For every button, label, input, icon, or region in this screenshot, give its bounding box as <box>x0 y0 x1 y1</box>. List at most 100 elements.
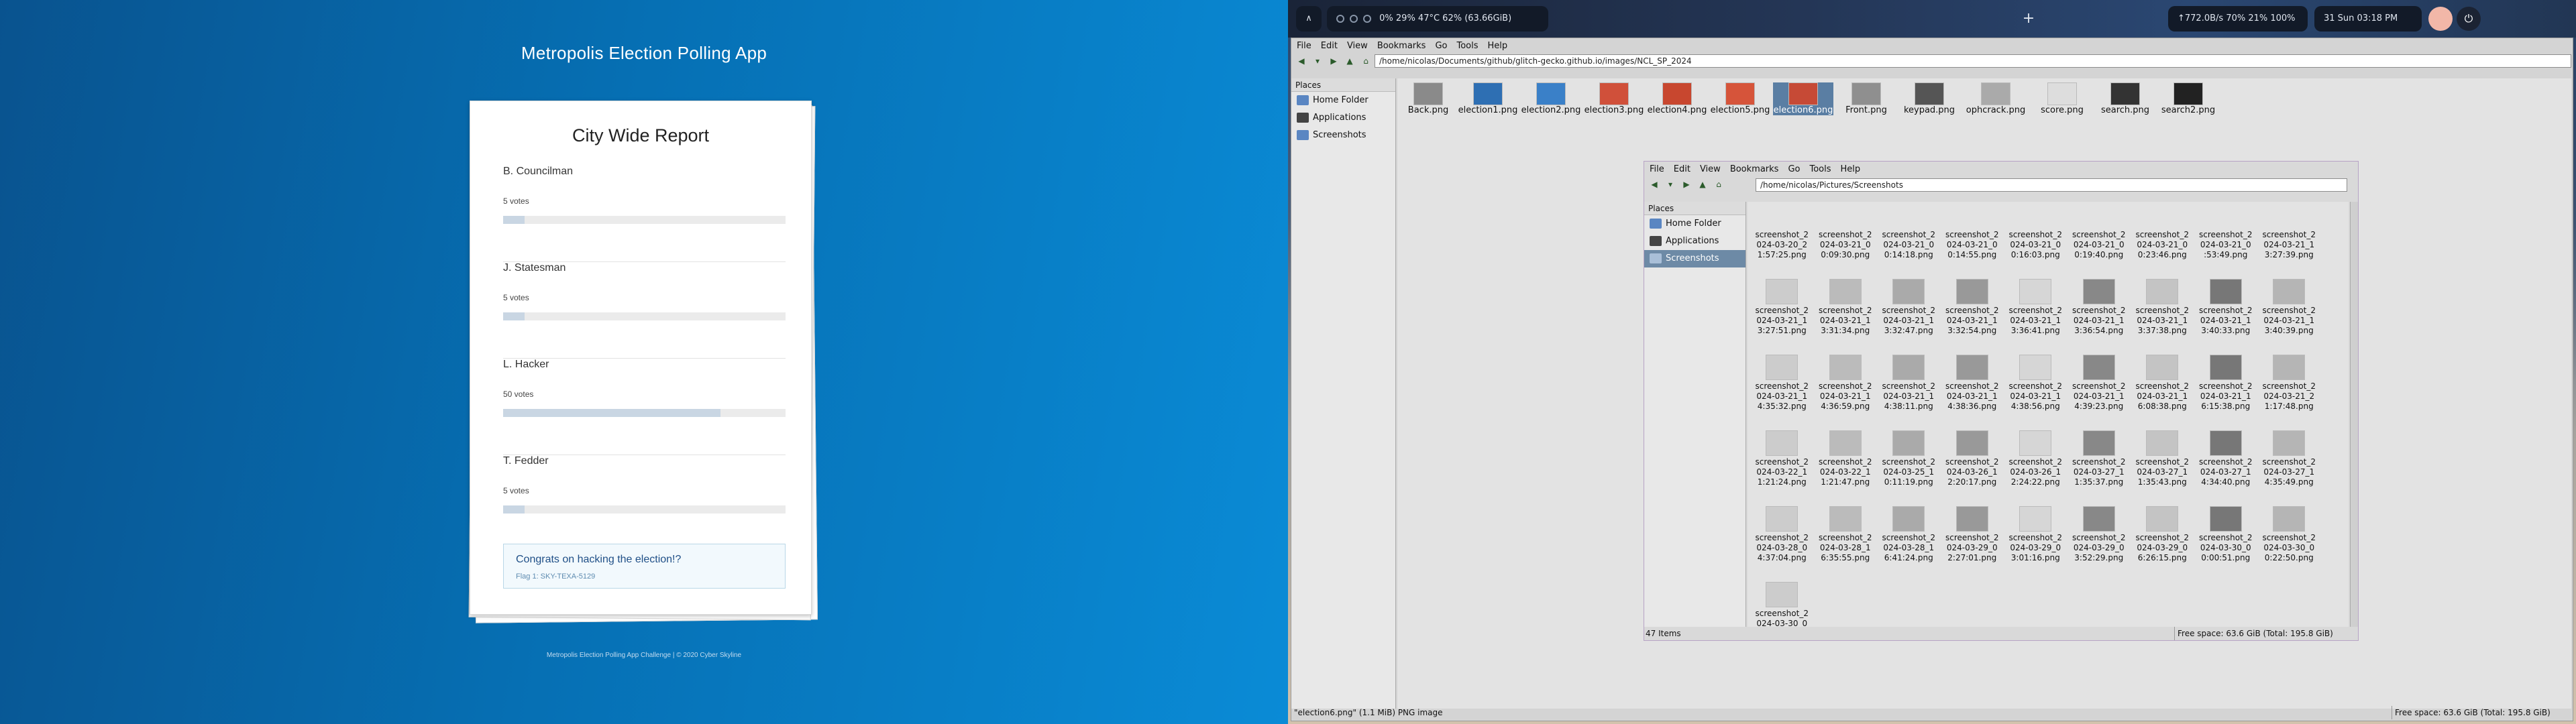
screenshot-file-item[interactable]: screenshot_2 024-03-29_0 3:52:29.png <box>2068 506 2131 563</box>
menu-edit[interactable]: Edit <box>1674 164 1690 174</box>
screenshot-file-item[interactable]: screenshot_2 024-03-21_0 0:09:30.png <box>1814 203 1878 260</box>
clock[interactable]: 31 Sun 03:18 PM <box>2314 6 2422 32</box>
plus-icon[interactable]: + <box>2016 6 2041 32</box>
dropdown-icon[interactable]: ▾ <box>1664 178 1676 190</box>
menu-view[interactable]: View <box>1347 41 1368 51</box>
forward-arrow-icon[interactable]: ▶ <box>1328 55 1340 67</box>
menu-bookmarks[interactable]: Bookmarks <box>1377 41 1426 51</box>
avatar[interactable] <box>2428 7 2453 31</box>
path-bar[interactable]: /home/nicolas/Documents/github/glitch-ge… <box>1375 54 2571 68</box>
file-item[interactable]: election3.png <box>1584 82 1644 115</box>
screenshot-file-item[interactable]: screenshot_2 024-03-21_0 0:14:18.png <box>1877 203 1941 260</box>
screenshot-file-item[interactable]: screenshot_2 024-03-20_2 1:57:25.png <box>1750 203 1814 260</box>
screenshot-file-item[interactable]: screenshot_2 024-03-21_0 0:19:40.png <box>2068 203 2131 260</box>
menu-help[interactable]: Help <box>1841 164 1861 174</box>
screenshot-file-item[interactable]: screenshot_2 024-03-21_1 4:36:59.png <box>1814 355 1878 412</box>
menu-view[interactable]: View <box>1700 164 1721 174</box>
power-icon[interactable]: ⏻ <box>2457 7 2481 31</box>
screenshot-file-item[interactable]: screenshot_2 024-03-21_0:53:49.png <box>2194 203 2258 260</box>
screenshot-file-item[interactable]: screenshot_2 024-03-27_1 1:35:37.png <box>2068 430 2131 487</box>
file-item[interactable]: ophcrack.png <box>1962 82 2029 115</box>
place-screenshots[interactable]: Screenshots <box>1644 250 1746 267</box>
screenshot-file-item[interactable]: screenshot_2 024-03-21_1 3:32:47.png <box>1877 279 1941 336</box>
menu-tools[interactable]: Tools <box>1809 164 1831 174</box>
screenshot-file-item[interactable]: screenshot_2 024-03-21_1 3:36:54.png <box>2068 279 2131 336</box>
screenshot-file-item[interactable]: screenshot_2 024-03-21_1 4:39:23.png <box>2068 355 2131 412</box>
place-screenshots[interactable]: Screenshots <box>1291 127 1395 144</box>
screenshot-file-item[interactable]: screenshot_2 024-03-28_0 4:37:04.png <box>1750 506 1814 563</box>
menu-go[interactable]: Go <box>1435 41 1447 51</box>
screenshot-file-item[interactable]: screenshot_2 024-03-30_0 0:00:51.png <box>2194 506 2258 563</box>
home-icon[interactable]: ⌂ <box>1713 178 1725 190</box>
workspace-dot-icon[interactable] <box>1336 14 1344 23</box>
screenshot-file-item[interactable]: screenshot_2 024-03-21_1 6:08:38.png <box>2131 355 2194 412</box>
screenshot-file-item[interactable]: screenshot_2 024-03-21_1 6:15:38.png <box>2194 355 2258 412</box>
menu-bookmarks[interactable]: Bookmarks <box>1730 164 1779 174</box>
screenshot-file-item[interactable]: screenshot_2 024-03-28_1 6:35:55.png <box>1814 506 1878 563</box>
path-bar[interactable]: /home/nicolas/Pictures/Screenshots <box>1756 178 2347 192</box>
screenshot-file-item[interactable]: screenshot_2 024-03-26_1 2:20:17.png <box>1941 430 2004 487</box>
screenshot-file-item[interactable]: screenshot_2 024-03-27_1 4:35:49.png <box>2257 430 2321 487</box>
file-item[interactable]: election4.png <box>1647 82 1707 115</box>
screenshot-file-item[interactable]: screenshot_2 024-03-29_0 2:27:01.png <box>1941 506 2004 563</box>
screenshot-file-item[interactable]: screenshot_2 024-03-21_2 1:17:48.png <box>2257 355 2321 412</box>
menu-help[interactable]: Help <box>1488 41 1508 51</box>
screenshot-file-item[interactable]: screenshot_2 024-03-21_1 3:32:54.png <box>1941 279 2004 336</box>
workspace-dot-icon[interactable] <box>1363 14 1371 23</box>
screenshot-file-item[interactable]: screenshot_2 024-03-21_0 0:16:03.png <box>2004 203 2068 260</box>
file-item[interactable]: Back.png <box>1401 82 1455 115</box>
places-header[interactable]: Places <box>1291 78 1395 92</box>
screenshot-file-item[interactable]: screenshot_2 024-03-22_1 1:21:24.png <box>1750 430 1814 487</box>
screenshot-file-item[interactable]: screenshot_2 024-03-26_1 2:24:22.png <box>2004 430 2068 487</box>
place-applications[interactable]: Applications <box>1291 109 1395 127</box>
file-item-selected[interactable]: election6.png <box>1773 82 1833 115</box>
screenshot-file-item[interactable]: screenshot_2 024-03-21_1 3:36:41.png <box>2004 279 2068 336</box>
menu-file[interactable]: File <box>1297 41 1311 51</box>
file-item[interactable]: election5.png <box>1710 82 1770 115</box>
screenshot-file-item[interactable]: screenshot_2024-03-30_00:27:57.png <box>1750 582 1814 627</box>
forward-arrow-icon[interactable]: ▶ <box>1680 178 1693 190</box>
screenshot-file-item[interactable]: screenshot_2 024-03-21_1 3:27:51.png <box>1750 279 1814 336</box>
file-item[interactable]: election1.png <box>1458 82 1518 115</box>
place-home-folder[interactable]: Home Folder <box>1291 92 1395 109</box>
menu-edit[interactable]: Edit <box>1321 41 1338 51</box>
vertical-scrollbar[interactable] <box>2350 202 2358 627</box>
screenshot-file-item[interactable]: screenshot_2 024-03-27_1 1:35:43.png <box>2131 430 2194 487</box>
dropdown-icon[interactable]: ▾ <box>1311 55 1324 67</box>
screenshot-file-item[interactable]: screenshot_2 024-03-21_1 3:31:34.png <box>1814 279 1878 336</box>
screenshot-file-item[interactable]: screenshot_2 024-03-21_1 4:35:32.png <box>1750 355 1814 412</box>
screenshot-file-item[interactable]: screenshot_2 024-03-21_1 4:38:11.png <box>1877 355 1941 412</box>
screenshot-file-item[interactable]: screenshot_2 024-03-22_1 1:21:47.png <box>1814 430 1878 487</box>
screenshot-file-item[interactable]: screenshot_2 024-03-21_1 4:38:56.png <box>2004 355 2068 412</box>
file-item[interactable]: search.png <box>2095 82 2155 115</box>
screenshot-file-item[interactable]: screenshot_2 024-03-21_1 3:27:39.png <box>2257 203 2321 260</box>
menu-go[interactable]: Go <box>1788 164 1800 174</box>
file-item[interactable]: keypad.png <box>1899 82 1960 115</box>
file-item[interactable]: election2.png <box>1521 82 1581 115</box>
screenshot-file-item[interactable]: screenshot_2 024-03-30_0 0:22:50.png <box>2257 506 2321 563</box>
screenshot-file-item[interactable]: screenshot_2 024-03-21_1 3:40:33.png <box>2194 279 2258 336</box>
launcher-button[interactable]: ∧ <box>1296 6 1322 32</box>
screenshot-file-item[interactable]: screenshot_2 024-03-21_0 0:23:46.png <box>2131 203 2194 260</box>
screenshot-file-item[interactable]: screenshot_2 024-03-21_0 0:14:55.png <box>1941 203 2004 260</box>
up-arrow-icon[interactable]: ▲ <box>1344 55 1356 67</box>
file-item[interactable]: score.png <box>2032 82 2092 115</box>
screenshot-file-item[interactable]: screenshot_2 024-03-29_0 6:26:15.png <box>2131 506 2194 563</box>
screenshot-file-item[interactable]: screenshot_2 024-03-28_1 6:41:24.png <box>1877 506 1941 563</box>
screenshot-file-item[interactable]: screenshot_2 024-03-21_1 3:37:38.png <box>2131 279 2194 336</box>
file-item[interactable]: Front.png <box>1836 82 1896 115</box>
back-arrow-icon[interactable]: ◀ <box>1648 178 1660 190</box>
screenshot-file-item[interactable]: screenshot_2 024-03-21_1 3:40:39.png <box>2257 279 2321 336</box>
menu-tools[interactable]: Tools <box>1456 41 1478 51</box>
up-arrow-icon[interactable]: ▲ <box>1697 178 1709 190</box>
screenshot-file-item[interactable]: screenshot_2 024-03-27_1 4:34:40.png <box>2194 430 2258 487</box>
place-applications[interactable]: Applications <box>1644 233 1746 250</box>
screenshot-file-item[interactable]: screenshot_2 024-03-21_1 4:38:36.png <box>1941 355 2004 412</box>
back-arrow-icon[interactable]: ◀ <box>1295 55 1307 67</box>
screenshot-file-item[interactable]: screenshot_2 024-03-29_0 3:01:16.png <box>2004 506 2068 563</box>
place-home-folder[interactable]: Home Folder <box>1644 215 1746 233</box>
screenshot-file-item[interactable]: screenshot_2 024-03-25_1 0:11:19.png <box>1877 430 1941 487</box>
home-icon[interactable]: ⌂ <box>1360 55 1372 67</box>
menu-file[interactable]: File <box>1650 164 1664 174</box>
file-item[interactable]: search2.png <box>2158 82 2218 115</box>
